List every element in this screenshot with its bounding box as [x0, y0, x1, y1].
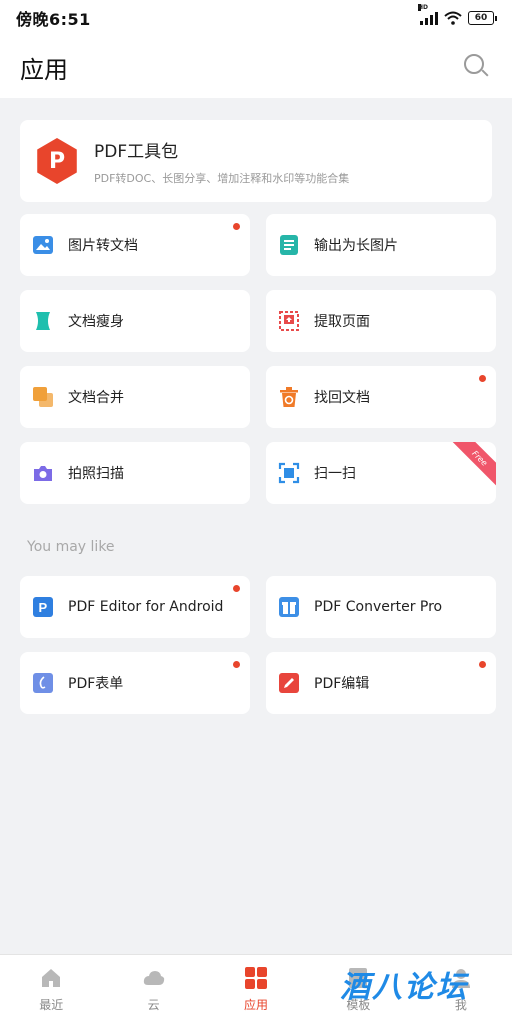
- template-icon: [346, 966, 370, 990]
- new-badge-dot: [479, 661, 486, 668]
- pdf-edit-icon: [278, 672, 300, 694]
- nav-item-apps[interactable]: 应用: [205, 955, 307, 1024]
- tool-tile-label: 图片转文档: [68, 238, 138, 254]
- search-icon[interactable]: [462, 52, 492, 82]
- tool-tile[interactable]: 找回文档: [266, 366, 496, 428]
- image-to-doc-icon: [32, 234, 54, 256]
- nav-item-home[interactable]: 最近: [0, 955, 102, 1024]
- battery-level: 60: [474, 13, 488, 23]
- status-indicators: HD 60: [418, 4, 497, 25]
- profile-icon: [449, 966, 473, 990]
- nav-item-cloud[interactable]: 云: [102, 955, 204, 1024]
- tool-tile-label: 提取页面: [314, 314, 370, 330]
- svg-text:P: P: [39, 600, 48, 615]
- bottom-nav: 最近 云 应用 模板 我: [0, 954, 512, 1024]
- wifi-icon: [444, 11, 462, 25]
- apps-icon: [244, 966, 268, 990]
- extract-page-icon: [278, 310, 300, 332]
- tool-tile[interactable]: 文档合并: [20, 366, 250, 428]
- nav-label: 模板: [346, 998, 371, 1012]
- tool-tile-label: 文档合并: [68, 390, 124, 406]
- tool-tile[interactable]: 图片转文档: [20, 214, 250, 276]
- tool-tile-label: PDF编辑: [314, 676, 370, 692]
- tool-tile[interactable]: 拍照扫描: [20, 442, 250, 504]
- free-ribbon: Free: [451, 442, 496, 487]
- tool-tile-label: 找回文档: [314, 390, 370, 406]
- tool-tile[interactable]: 提取页面: [266, 290, 496, 352]
- pdf-toolkit-card[interactable]: P PDF工具包 PDF转DOC、长图分享、增加注释和水印等功能合集: [20, 120, 492, 202]
- tool-tile[interactable]: 文档瘦身: [20, 290, 250, 352]
- tool-tile[interactable]: PDF编辑: [266, 652, 496, 714]
- nav-item-template[interactable]: 模板: [307, 955, 409, 1024]
- tool-tile-label: 输出为长图片: [314, 238, 398, 254]
- nav-label: 我: [454, 998, 467, 1012]
- scan-icon: [278, 462, 300, 484]
- tool-tile-label: 文档瘦身: [68, 314, 124, 330]
- tool-tile-label: PDF Converter Pro: [314, 599, 443, 615]
- page-title: 应用: [20, 55, 68, 84]
- pdf-toolkit-logo-letter: P: [48, 148, 66, 174]
- hd-label: HD: [418, 4, 429, 11]
- nav-item-profile[interactable]: 我: [410, 955, 512, 1024]
- battery-icon: 60: [468, 11, 497, 25]
- nav-label: 应用: [244, 998, 269, 1012]
- tool-tile-label: 扫一扫: [314, 466, 356, 482]
- long-image-icon: [278, 234, 300, 256]
- slim-doc-icon: [32, 310, 54, 332]
- pdf-editor-icon: P: [32, 596, 54, 618]
- nav-label: 云: [147, 998, 160, 1012]
- home-icon: [39, 966, 63, 990]
- merge-doc-icon: [32, 386, 54, 408]
- pdf-toolkit-title: PDF工具包: [94, 141, 179, 162]
- pdf-toolkit-logo-icon: P: [37, 138, 77, 184]
- cloud-icon: [142, 966, 166, 990]
- status-bar: 傍晚6:51 HD 60: [0, 0, 512, 36]
- recover-doc-icon: [278, 386, 300, 408]
- tool-tile-label: 拍照扫描: [68, 466, 124, 482]
- pdf-form-icon: [32, 672, 54, 694]
- tool-tile[interactable]: PDF Converter Pro: [266, 576, 496, 638]
- app-header: 应用: [0, 36, 512, 98]
- tool-tile[interactable]: P PDF Editor for Android: [20, 576, 250, 638]
- gift-icon: [278, 596, 300, 618]
- tool-tile[interactable]: 扫一扫 Free: [266, 442, 496, 504]
- status-time: 傍晚6:51: [16, 10, 91, 29]
- new-badge-dot: [233, 661, 240, 668]
- pdf-toolkit-subtitle: PDF转DOC、长图分享、增加注释和水印等功能合集: [94, 171, 350, 185]
- camera-icon: [32, 462, 54, 484]
- new-badge-dot: [233, 223, 240, 230]
- you-may-like-label: You may like: [27, 539, 115, 555]
- new-badge-dot: [233, 585, 240, 592]
- tool-tile-label: PDF表单: [68, 676, 124, 692]
- new-badge-dot: [479, 375, 486, 382]
- nav-label: 最近: [39, 998, 64, 1012]
- tool-tile[interactable]: PDF表单: [20, 652, 250, 714]
- tool-tile[interactable]: 输出为长图片: [266, 214, 496, 276]
- tool-tile-label: PDF Editor for Android: [68, 599, 224, 615]
- signal-icon: HD: [418, 4, 438, 25]
